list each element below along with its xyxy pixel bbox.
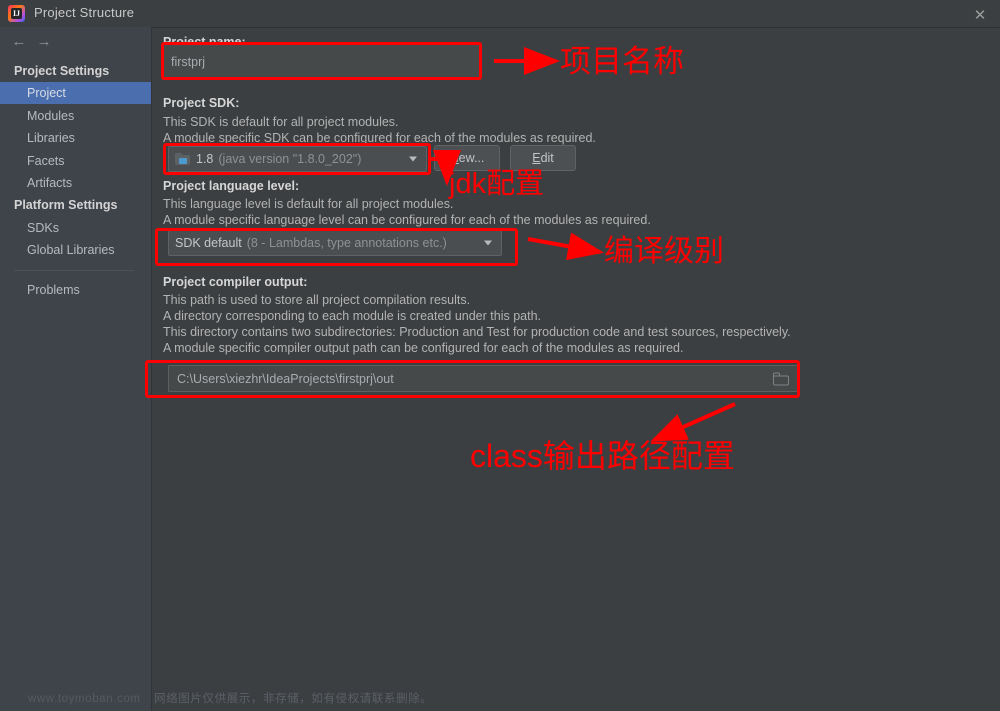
sidebar: ← → Project Settings Project Modules Lib…: [0, 27, 152, 711]
sidebar-item-project[interactable]: Project: [0, 82, 151, 104]
back-arrow-icon[interactable]: ←: [8, 32, 30, 50]
close-icon[interactable]: ✕: [970, 5, 990, 25]
project-structure-dialog: IJ Project Structure ✕ ← → Project Setti…: [0, 0, 1000, 711]
sidebar-divider: [14, 270, 134, 271]
compiler-output-desc-4: A module specific compiler output path c…: [163, 341, 684, 355]
watermark-notice: 网络图片仅供展示，非存储，如有侵权请联系删除。: [154, 693, 433, 705]
main-panel: Project name: firstprj Project SDK: This…: [151, 27, 1000, 711]
compiler-output-value: C:\Users\xiezhr\IdeaProjects\firstprj\ou…: [177, 371, 394, 386]
compiler-output-label: Project compiler output:: [163, 275, 308, 289]
annotation-jdk-config: jdk配置: [449, 168, 545, 200]
sidebar-item-libraries[interactable]: Libraries: [0, 127, 151, 149]
sidebar-item-artifacts[interactable]: Artifacts: [0, 172, 151, 194]
window-title: Project Structure: [34, 5, 135, 20]
compiler-output-desc-2: A directory corresponding to each module…: [163, 309, 541, 323]
sidebar-nav: ← →: [0, 27, 151, 55]
annotation-language-level: 编译级别: [604, 235, 724, 268]
sidebar-item-global-libraries[interactable]: Global Libraries: [0, 239, 151, 261]
intellij-idea-icon: IJ: [8, 5, 25, 22]
language-level-desc-1: This language level is default for all p…: [163, 197, 454, 211]
sidebar-group-platform-settings: Platform Settings: [14, 198, 118, 212]
watermark: www.toymoban.com 网络图片仅供展示，非存储，如有侵权请联系删除。: [28, 690, 432, 706]
new-button-mnemonic: N: [449, 151, 459, 165]
language-level-desc-2: A module specific language level can be …: [163, 213, 651, 227]
chevron-down-icon: [484, 240, 492, 246]
language-level-label: Project language level:: [163, 179, 300, 193]
compiler-output-desc-1: This path is used to store all project c…: [163, 293, 471, 307]
compiler-output-desc-3: This directory contains two subdirectori…: [163, 325, 791, 339]
new-button-rest: ew...: [458, 151, 485, 165]
watermark-site: www.toymoban.com: [28, 693, 141, 705]
sidebar-item-sdks[interactable]: SDKs: [0, 217, 151, 239]
project-sdk-label: Project SDK:: [163, 96, 240, 110]
edit-button-mnemonic: E: [532, 151, 541, 165]
sidebar-item-modules[interactable]: Modules: [0, 105, 151, 127]
sidebar-item-problems[interactable]: Problems: [0, 279, 151, 301]
forward-arrow-icon[interactable]: →: [33, 32, 55, 50]
annotation-project-name: 项目名称: [560, 44, 684, 79]
project-sdk-value-main: 1.8: [196, 152, 214, 166]
edit-button-rest: dit: [540, 151, 554, 165]
chevron-down-icon: [409, 156, 417, 162]
title-bar: IJ Project Structure ✕: [0, 0, 1000, 28]
annotation-output-path: class输出路径配置: [470, 438, 735, 474]
jdk-folder-icon: [175, 153, 190, 165]
project-name-input[interactable]: firstprj: [162, 44, 481, 80]
sidebar-item-facets[interactable]: Facets: [0, 150, 151, 172]
project-sdk-desc-2: A module specific SDK can be configured …: [163, 131, 596, 145]
language-level-combobox[interactable]: SDK default (8 - Lambdas, type annotatio…: [168, 230, 502, 256]
compiler-output-input[interactable]: C:\Users\xiezhr\IdeaProjects\firstprj\ou…: [168, 365, 799, 392]
folder-browse-icon[interactable]: [773, 372, 789, 385]
project-sdk-value-detail: (java version "1.8.0_202"): [218, 152, 362, 166]
language-level-value-main: SDK default: [175, 236, 242, 250]
project-sdk-desc-1: This SDK is default for all project modu…: [163, 115, 399, 129]
sidebar-group-project-settings: Project Settings: [14, 64, 110, 78]
project-sdk-combobox[interactable]: 1.8 (java version "1.8.0_202"): [168, 146, 427, 172]
language-level-value-detail: (8 - Lambdas, type annotations etc.): [246, 236, 447, 250]
